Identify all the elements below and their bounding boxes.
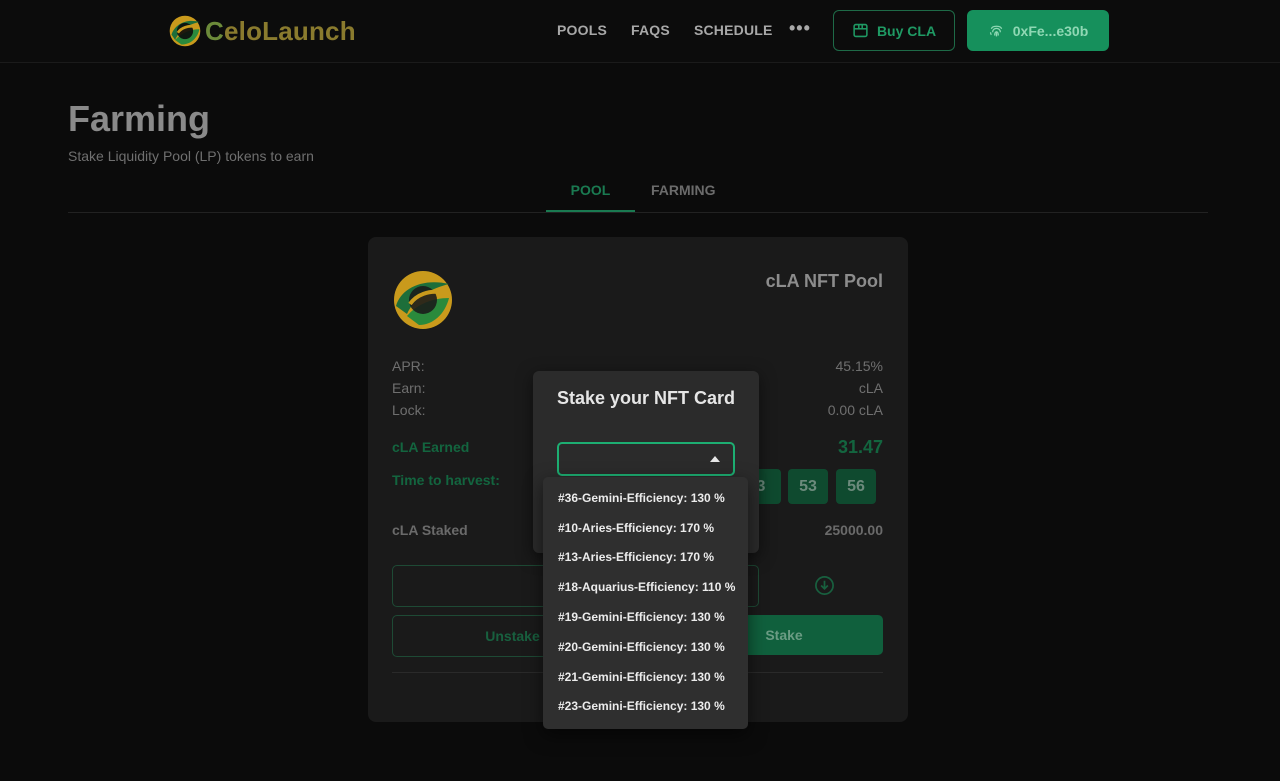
caret-up-icon xyxy=(710,456,720,462)
dropdown-option[interactable]: #19-Gemini-Efficiency: 130 % xyxy=(543,602,748,632)
tab-pool[interactable]: POOL xyxy=(546,182,635,198)
pool-title: cLA NFT Pool xyxy=(765,271,883,291)
download-circle-icon[interactable] xyxy=(814,575,835,596)
dropdown-option[interactable]: #36-Gemini-Efficiency: 130 % xyxy=(543,483,748,513)
apr-label: APR: xyxy=(392,358,425,374)
buy-cla-label: Buy CLA xyxy=(876,22,937,39)
staked-label: cLA Staked xyxy=(392,522,468,538)
page-subtitle: Stake Liquidity Pool (LP) tokens to earn xyxy=(68,148,314,164)
stake-label: Stake xyxy=(765,627,803,643)
dropdown-option[interactable]: #21-Gemini-Efficiency: 130 % xyxy=(543,662,748,692)
store-icon xyxy=(853,23,868,38)
page-title: Farming xyxy=(68,98,211,139)
earned-value: 31.47 xyxy=(837,437,883,457)
nav-schedule[interactable]: SCHEDULE xyxy=(694,22,773,38)
brand-logo[interactable]: CeloLaunch xyxy=(167,13,356,49)
wallet-address: 0xFe...e30b xyxy=(1012,22,1089,39)
dropdown-option[interactable]: #23-Gemini-Efficiency: 130 % xyxy=(543,692,748,722)
dropdown-option[interactable]: #10-Aries-Efficiency: 170 % xyxy=(543,513,748,543)
modal-title: Stake your NFT Card xyxy=(557,388,736,408)
dropdown-option[interactable]: #18-Aquarius-Efficiency: 110 % xyxy=(543,572,748,602)
earned-label: cLA Earned xyxy=(392,439,470,455)
nav-pools[interactable]: POOLS xyxy=(557,22,607,38)
more-menu-icon[interactable]: ••• xyxy=(789,18,811,39)
dropdown-option[interactable]: #13-Aries-Efficiency: 170 % xyxy=(543,543,748,573)
wallet-button[interactable]: 0xFe...e30b xyxy=(967,10,1109,51)
nft-card-select[interactable] xyxy=(557,442,735,476)
top-navbar: CeloLaunch POOLS FAQS SCHEDULE ••• Buy C… xyxy=(0,0,1280,63)
nft-dropdown-menu: #36-Gemini-Efficiency: 130 % #10-Aries-E… xyxy=(543,477,748,729)
buy-cla-button[interactable]: Buy CLA xyxy=(833,10,955,51)
main-nav: POOLS FAQS SCHEDULE xyxy=(557,22,797,38)
nav-faqs[interactable]: FAQS xyxy=(631,22,670,38)
brand-name: CeloLaunch xyxy=(205,15,356,46)
dropdown-option[interactable]: #20-Gemini-Efficiency: 130 % xyxy=(543,632,748,662)
fingerprint-icon xyxy=(989,25,1002,37)
earn-value: cLA xyxy=(858,380,883,396)
apr-value: 45.15% xyxy=(835,358,883,374)
tab-pool-active-indicator xyxy=(546,210,635,212)
earn-label: Earn: xyxy=(392,380,426,396)
lock-label: Lock: xyxy=(392,402,426,418)
timer-minutes: 53 xyxy=(788,469,828,504)
tab-farming[interactable]: FARMING xyxy=(651,182,716,198)
staked-value: 25000.00 xyxy=(824,522,883,538)
timer-seconds: 56 xyxy=(836,469,876,504)
tabs-divider xyxy=(68,212,1208,213)
lock-value: 0.00 cLA xyxy=(827,402,883,418)
celo-launch-logo-icon xyxy=(169,15,201,47)
harvest-label: Time to harvest: xyxy=(392,472,500,488)
pool-token-logo-icon xyxy=(394,271,452,329)
